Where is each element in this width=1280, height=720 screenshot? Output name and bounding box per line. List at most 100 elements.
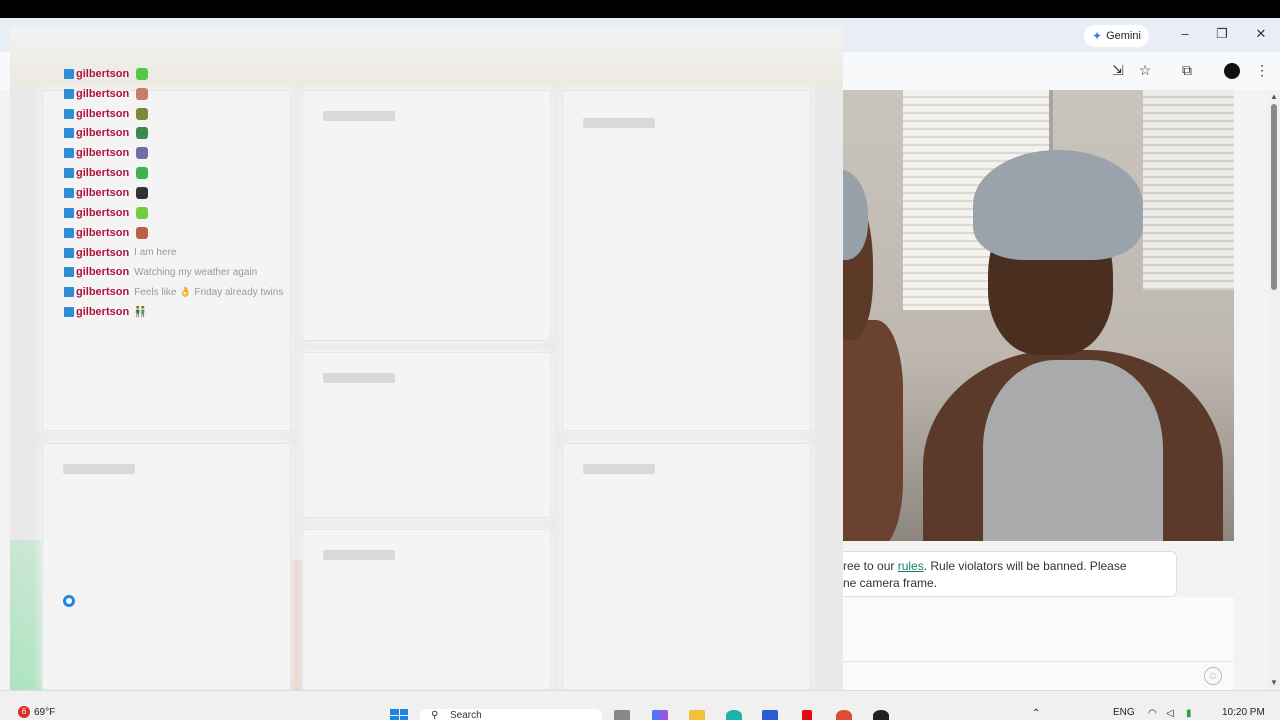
chat-message: gilbertson [64,143,304,163]
wifi-icon[interactable]: ◠ [1148,708,1157,719]
emote-icon [136,226,149,239]
edge-icon[interactable] [726,710,742,720]
user-badge-icon [64,227,74,238]
language-indicator[interactable]: ENG [1113,707,1135,718]
star-icon[interactable]: ☆ [1135,62,1155,79]
user-badge-icon [64,88,74,99]
person-right-cap [973,150,1143,260]
chat-message: gilbertson [64,203,304,223]
chat-username[interactable]: gilbertson [76,227,129,239]
profile-icon[interactable] [1224,63,1240,79]
scroll-down-icon[interactable]: ▼ [1270,678,1278,687]
rules-link[interactable]: rules [898,559,924,573]
emote-icon [136,186,149,199]
scrollbar-thumb[interactable] [1271,104,1277,290]
chat-username[interactable]: gilbertson [76,127,129,139]
scrollbar[interactable]: ▲ ▼ [1268,90,1280,690]
webcam-video[interactable] [843,90,1234,541]
window-blinds [1143,90,1234,290]
chat-username[interactable]: gilbertson [76,68,129,80]
chat-username[interactable]: gilbertson [76,286,129,298]
chat-text: Watching my weather again [134,266,258,278]
user-badge-icon [64,68,74,79]
clock-time[interactable]: 10:20 PM [1222,707,1265,718]
user-badge-icon [64,247,74,258]
chat-panel [843,597,1234,690]
skeleton-card [562,90,811,431]
minimize-button[interactable]: – [1175,26,1195,41]
chat-username[interactable]: gilbertson [76,207,129,219]
skeleton-card [302,90,551,341]
loading-spinner-icon [63,595,75,607]
user-badge-icon [64,128,74,139]
skeleton-title [323,373,395,383]
close-button[interactable]: ✕ [1251,26,1271,42]
chat-username[interactable]: gilbertson [76,247,129,259]
app-icon[interactable] [873,710,889,720]
weather-widget[interactable]: 6 69°F [18,706,55,718]
chat-text: I am here [134,247,177,259]
emoji-icon[interactable]: ☺ [1204,667,1222,685]
chat-text: Feels like 👌 Friday already twins [134,286,284,298]
skeleton-title [583,118,655,128]
chat-input[interactable] [843,661,1234,662]
split-view-icon[interactable]: ⧉ [1177,62,1197,79]
more-icon[interactable]: ⋮ [1252,62,1272,79]
user-badge-icon [64,287,74,298]
chat-message: gilbertson [64,183,304,203]
store-icon[interactable] [762,710,778,720]
file-explorer-icon[interactable] [689,710,705,720]
skeleton-title [583,464,655,474]
rules-suffix: . Rule violators will be banned. Please [923,559,1127,573]
person-left [843,320,903,541]
chrome-icon[interactable] [836,710,852,720]
emote-icon [136,167,149,180]
skeleton-card [302,529,551,690]
weather-badge: 6 [18,706,30,718]
rules-line2: ne camera frame. [843,576,938,590]
scroll-up-icon[interactable]: ▲ [1270,92,1278,101]
search-icon: ⚲ [431,710,439,720]
skeleton-card [42,443,291,690]
restore-button[interactable]: ❐ [1212,26,1232,42]
skeleton-title [63,464,135,474]
windows-start-icon[interactable] [390,709,408,720]
user-badge-icon [64,108,74,119]
gemini-icon: ✦ [1092,29,1103,43]
taskbar: 6 69°F Search ⚲ ⌃ ENG ◠ ◁ ▮ 10:20 PM [0,690,1280,720]
gemini-button[interactable]: ✦ Gemini [1084,25,1149,47]
chat-username[interactable]: gilbertson [76,88,129,100]
emote-icon [136,127,149,140]
chat-message: gilbertson [64,124,304,144]
copilot-icon[interactable] [652,710,668,720]
emote-icon [136,87,149,100]
chat-username[interactable]: gilbertson [76,147,129,159]
rules-prefix: ree to our [843,559,898,573]
chat-username[interactable]: gilbertson [76,187,129,199]
install-app-icon[interactable]: ⇲ [1108,62,1128,79]
chat-message: gilbertson 👬 [64,302,304,322]
task-view-icon[interactable] [614,710,630,720]
chat-message: gilbertson [64,163,304,183]
volume-icon[interactable]: ◁ [1166,708,1174,719]
weather-temp: 69°F [34,706,56,718]
emote-icon [136,147,149,160]
emote-icon [136,206,149,219]
chat-message: gilbertson [64,84,304,104]
chat-message: gilbertson [64,64,304,84]
user-badge-icon [64,207,74,218]
chat-username[interactable]: gilbertson [76,108,129,120]
search-placeholder: Search [450,710,482,720]
tray-chevron-icon[interactable]: ⌃ [1032,708,1040,719]
chat-message: gilbertson I am here [64,243,304,263]
taskbar-search[interactable]: Search [420,709,602,720]
skeleton-title [323,550,395,560]
chat-username[interactable]: gilbertson [76,306,129,318]
netflix-icon[interactable] [802,710,812,720]
skeleton-card [302,352,551,518]
user-badge-icon [64,168,74,179]
chat-username[interactable]: gilbertson [76,266,129,278]
battery-icon[interactable]: ▮ [1186,708,1192,719]
emote-icon [136,67,149,80]
chat-username[interactable]: gilbertson [76,167,129,179]
